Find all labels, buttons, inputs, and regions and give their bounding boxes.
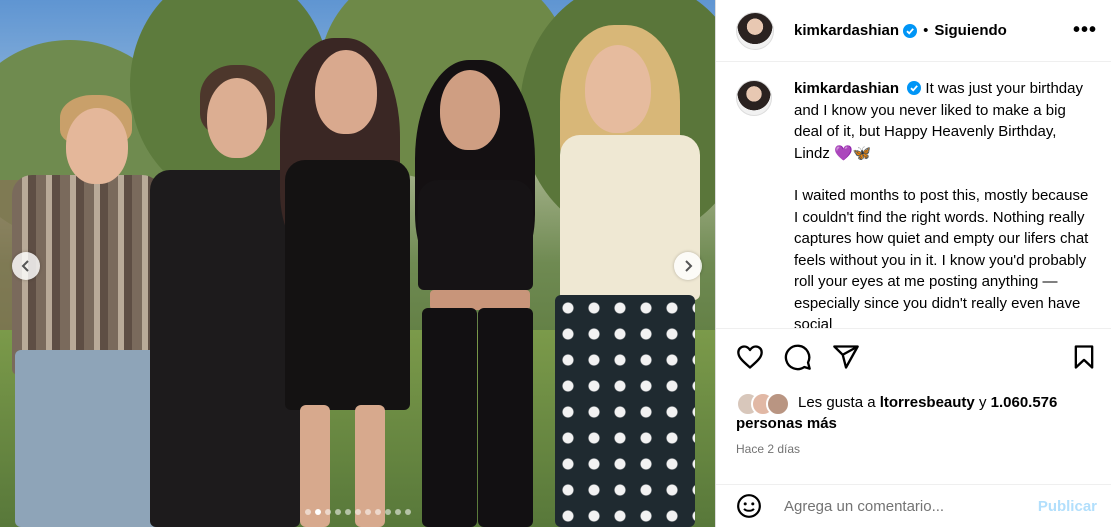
comment-input[interactable]: [782, 496, 1038, 516]
carousel-dot: [314, 509, 321, 515]
carousel-dot: [374, 509, 381, 515]
carousel-dot: [304, 509, 311, 515]
post-header: kimkardashian • Siguiendo •••: [716, 0, 1111, 62]
likes-user-link[interactable]: ltorresbeauty: [880, 394, 975, 411]
bookmark-icon[interactable]: [1070, 343, 1098, 371]
carousel-dot: [384, 509, 391, 515]
previous-slide-button[interactable]: [12, 252, 40, 280]
carousel-dot: [394, 509, 401, 515]
carousel-dot: [364, 509, 371, 515]
chevron-left-icon: [21, 260, 29, 272]
likes-middle: y: [974, 394, 991, 411]
next-slide-button[interactable]: [674, 252, 702, 280]
carousel-dot: [354, 509, 361, 515]
heart-icon[interactable]: [736, 343, 764, 371]
likes-prefix: Les gusta a: [798, 394, 880, 411]
caption-text: kimkardashian It was just your birthday …: [794, 78, 1094, 328]
verified-badge-icon: [907, 81, 922, 95]
chevron-right-icon: [685, 260, 693, 272]
instagram-post-modal: kimkardashian • Siguiendo ••• kimkardash…: [0, 0, 1111, 527]
follow-status-button[interactable]: Siguiendo: [934, 22, 1007, 39]
avatar[interactable]: [736, 11, 774, 50]
carousel-dot: [344, 509, 351, 515]
post-timestamp[interactable]: Hace 2 días: [736, 442, 800, 456]
carousel-indicator: [0, 509, 715, 515]
caption-paragraph-2: I waited months to post this, mostly bec…: [794, 187, 1089, 328]
action-bar: [716, 328, 1111, 388]
comment-icon[interactable]: [784, 343, 812, 371]
verified-badge-icon: [903, 23, 918, 38]
carousel-dot: [334, 509, 341, 515]
caption-area: kimkardashian It was just your birthday …: [716, 62, 1111, 328]
more-options-icon[interactable]: •••: [1073, 19, 1097, 42]
caption-username-link[interactable]: kimkardashian: [794, 80, 899, 97]
separator: •: [923, 22, 929, 39]
post-photo: [0, 0, 715, 527]
likes-suffix-link[interactable]: personas más: [736, 415, 837, 432]
likes-count-link[interactable]: 1.060.576: [991, 394, 1058, 411]
comment-form: Publicar: [716, 484, 1111, 527]
carousel-dot: [404, 509, 411, 515]
avatar[interactable]: [736, 80, 772, 116]
likes-summary: Les gusta a ltorresbeauty y 1.060.576 pe…: [736, 392, 1096, 434]
publish-button[interactable]: Publicar: [1038, 498, 1097, 515]
liker-avatars[interactable]: [736, 392, 790, 416]
carousel-dot: [324, 509, 331, 515]
username-link[interactable]: kimkardashian: [794, 22, 899, 39]
emoji-icon[interactable]: [736, 493, 762, 519]
share-icon[interactable]: [832, 343, 860, 371]
post-sidebar: kimkardashian • Siguiendo ••• kimkardash…: [715, 0, 1111, 527]
